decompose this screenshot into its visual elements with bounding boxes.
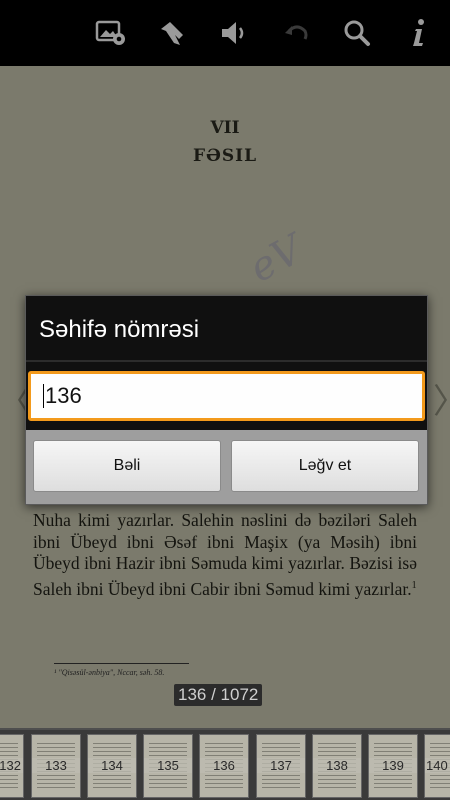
thumbnail[interactable]: 132 [0,734,24,798]
page-number-value: 136 [45,383,82,408]
chapter-title: FƏSIL [192,146,258,166]
thumbnail[interactable]: 134 [87,734,137,798]
top-toolbar [0,0,450,66]
info-icon[interactable] [399,13,439,53]
watermark: eV [242,226,311,292]
search-icon[interactable] [337,13,377,53]
footnote-divider [54,663,189,664]
undo-icon[interactable] [276,13,316,53]
footnote: ¹ "Qisəsül-ənbiya", Nccar, səh. 58. [54,668,165,677]
image-settings-icon[interactable] [91,13,131,53]
thumbnail[interactable]: 133 [31,734,81,798]
thumbnail-strip[interactable]: 132 133 134 135 136 137 138 139 140 [0,728,450,800]
next-page-icon[interactable]: 〉 [433,374,450,423]
text-cursor [43,384,44,408]
volume-icon[interactable] [214,13,254,53]
page-number-dialog: Səhifə nömrəsi 136 Bəli Ləğv et [25,295,428,505]
thumbnail[interactable]: 139 [368,734,418,798]
thumbnail[interactable]: 137 [256,734,306,798]
page-counter: 136 / 1072 [174,684,263,706]
chapter-number: VII [210,118,240,138]
page-number-input[interactable]: 136 [28,371,425,421]
cancel-button[interactable]: Ləğv et [231,440,419,492]
yes-button[interactable]: Bəli [33,440,221,492]
body-text: Nuha kimi yazırlar. Salehin nəslini də b… [33,510,417,599]
bookmark-icon[interactable] [152,13,192,53]
thumbnail[interactable]: 138 [312,734,362,798]
thumbnail[interactable]: 140 [424,734,450,798]
dialog-title: Səhifə nömrəsi [39,316,200,343]
dialog-divider [26,360,427,362]
thumbnail[interactable]: 135 [143,734,193,798]
dialog-button-bar: Bəli Ləğv et [26,430,427,504]
thumbnail-current[interactable]: 136 [199,734,249,798]
